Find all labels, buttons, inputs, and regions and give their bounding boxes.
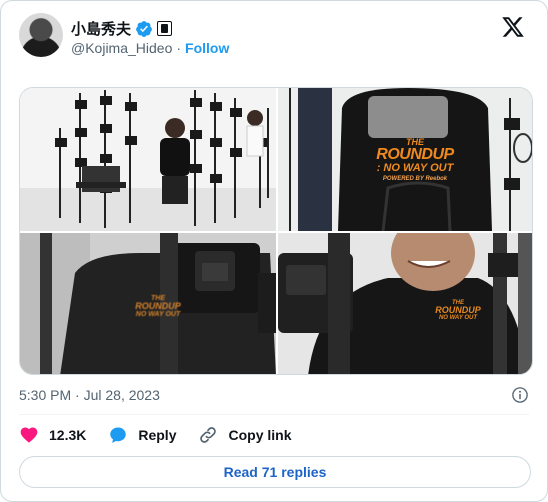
print-no-way-out-text: NO WAY OUT	[438, 315, 478, 321]
info-icon[interactable]	[511, 386, 529, 404]
follow-button[interactable]: Follow	[185, 40, 229, 56]
copy-link-label: Copy link	[228, 427, 292, 443]
author-display-name[interactable]: 小島秀夫	[71, 18, 131, 39]
print-roundup-text: ROUNDUP	[135, 301, 181, 311]
photo-smiling-man[interactable]: THE ROUNDUP NO WAY OUT	[278, 233, 532, 374]
scanning-rig-illustration	[20, 88, 276, 231]
smiling-man-illustration	[278, 233, 532, 374]
link-icon	[200, 427, 217, 443]
tweet-header: 小島秀夫 @Kojima_Hideo · Follow	[19, 13, 535, 61]
print-no-way-out-text: NO WAY OUT	[135, 311, 181, 318]
tweet-timestamp[interactable]: 5:30 PM · Jul 28, 2023	[19, 387, 160, 403]
author-handle[interactable]: @Kojima_Hideo	[71, 40, 172, 56]
divider	[19, 414, 529, 415]
verified-badge-icon	[136, 20, 152, 37]
media-grid: THE ROUNDUP : NO WAY OUT POWERED BY Reeb…	[19, 87, 533, 375]
author-name-row: 小島秀夫	[71, 18, 173, 39]
copy-link-button[interactable]: Copy link	[198, 425, 292, 445]
shirt-print-front: THE ROUNDUP NO WAY OUT	[428, 300, 488, 321]
photo-camera-closeup[interactable]: THE ROUNDUP NO WAY OUT	[20, 233, 276, 374]
tweet-actions: 12.3K Reply Copy link	[19, 424, 314, 446]
reply-bubble-icon	[110, 427, 127, 443]
print-roundup-text: ROUNDUP	[435, 305, 481, 315]
heart-icon	[20, 427, 38, 443]
photo-scanning-rig-wide[interactable]	[20, 88, 276, 231]
print-powered-by-text: POWERED BY Reebok	[382, 176, 448, 182]
separator-dot: ·	[176, 40, 182, 56]
print-no-way-out-text: : NO WAY OUT	[376, 162, 454, 174]
reply-button[interactable]: Reply	[108, 425, 176, 445]
read-replies-button[interactable]: Read 71 replies	[19, 456, 531, 488]
like-button[interactable]: 12.3K	[19, 425, 86, 445]
tweet-embed-card: 小島秀夫 @Kojima_Hideo · Follow THE ROUNDUP …	[0, 0, 548, 502]
reply-label: Reply	[138, 427, 177, 443]
avatar[interactable]	[19, 13, 63, 57]
like-count: 12.3K	[49, 427, 87, 443]
shirt-print-front-blurred: THE ROUNDUP NO WAY OUT	[128, 295, 188, 318]
affiliate-badge-icon	[157, 21, 173, 36]
print-roundup-text: ROUNDUP	[376, 146, 454, 163]
shirt-print-back: THE ROUNDUP : NO WAY OUT POWERED BY Reeb…	[370, 138, 460, 183]
x-logo-icon[interactable]	[501, 15, 525, 39]
photo-back-shirt[interactable]: THE ROUNDUP : NO WAY OUT POWERED BY Reeb…	[278, 88, 532, 231]
author-handle-row: @Kojima_Hideo · Follow	[71, 40, 229, 56]
